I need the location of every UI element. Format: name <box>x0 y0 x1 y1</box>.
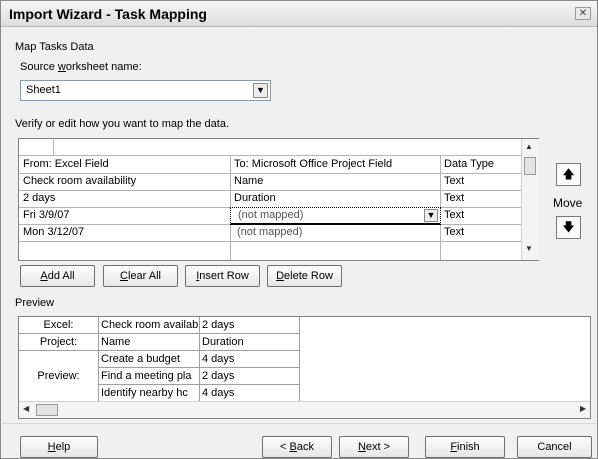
insert-row-button[interactable]: Insert Row <box>185 265 260 287</box>
instructions-text: Verify or edit how you want to map the d… <box>15 118 230 130</box>
scroll-down-icon[interactable]: ▼ <box>525 244 533 253</box>
mapping-grid[interactable]: From: Excel Field To: Microsoft Office P… <box>18 138 539 261</box>
mapping-to-cell[interactable]: Duration <box>234 192 276 204</box>
chevron-down-icon[interactable]: ▼ <box>253 83 268 98</box>
close-icon: ✕ <box>578 8 588 19</box>
mapping-header-to: To: Microsoft Office Project Field <box>234 158 393 170</box>
preview-project-cell: Name <box>99 334 200 351</box>
preview-row-label: Excel: <box>19 317 99 334</box>
back-button[interactable]: < Back <box>262 436 332 458</box>
mapping-to-cell[interactable]: (not mapped) <box>237 226 302 238</box>
footer-separator <box>2 423 596 424</box>
mapping-to-cell[interactable]: Name <box>234 175 263 187</box>
preview-excel-cell: Check room availab <box>99 317 200 334</box>
source-worksheet-select[interactable]: Sheet1 ▼ <box>20 80 271 101</box>
arrow-up-icon: 🡅 <box>562 167 575 181</box>
preview-panel: Excel: Check room availab 2 days Project… <box>18 316 591 419</box>
preview-data-cell: Find a meeting pla <box>99 368 200 385</box>
close-button[interactable]: ✕ <box>575 7 591 20</box>
scroll-thumb[interactable] <box>524 157 536 175</box>
mapping-type-cell: Text <box>444 209 465 221</box>
mapping-type-cell: Text <box>444 226 465 238</box>
move-down-button[interactable]: 🡇 <box>556 216 581 239</box>
preview-row-label: Project: <box>19 334 99 351</box>
move-label: Move <box>553 196 583 210</box>
preview-data-cell: Create a budget <box>99 351 200 368</box>
import-wizard-dialog: Import Wizard - Task Mapping ✕ Map Tasks… <box>0 0 598 459</box>
preview-data-cell: 4 days <box>200 385 300 402</box>
move-up-button[interactable]: 🡅 <box>556 163 581 186</box>
arrow-down-icon: 🡇 <box>562 220 575 234</box>
preview-data-cell: 2 days <box>200 368 300 385</box>
mapping-from-cell: Mon 3/12/07 <box>23 226 85 238</box>
mapping-from-cell: 2 days <box>23 192 56 204</box>
mapping-to-value: (not mapped) <box>238 209 304 221</box>
preview-scrollbar[interactable]: ◀ ▶ <box>19 401 590 418</box>
mapping-scrollbar[interactable]: ▲ ▼ <box>521 139 539 260</box>
scroll-left-icon[interactable]: ◀ <box>23 404 29 413</box>
clear-all-button[interactable]: Clear All <box>103 265 178 287</box>
preview-project-cell: Duration <box>200 334 300 351</box>
mapping-header-from: From: Excel Field <box>23 158 109 170</box>
preview-row-label: Preview: <box>19 351 99 402</box>
source-worksheet-label: Source worksheet name: <box>20 61 142 73</box>
mapping-to-dropdown[interactable]: (not mapped) ▼ <box>230 207 441 225</box>
next-button[interactable]: Next > <box>339 436 409 458</box>
scroll-thumb[interactable] <box>36 404 58 416</box>
delete-row-button[interactable]: Delete Row <box>267 265 342 287</box>
preview-label: Preview <box>15 297 55 309</box>
preview-data-cell: 4 days <box>200 351 300 368</box>
chevron-down-icon[interactable]: ▼ <box>424 209 438 222</box>
scroll-up-icon[interactable]: ▲ <box>525 142 533 151</box>
mapping-type-cell: Text <box>444 192 465 204</box>
preview-data-cell: Identify nearby hc <box>99 385 200 402</box>
title-bar: Import Wizard - Task Mapping ✕ <box>1 1 597 27</box>
window-title: Import Wizard - Task Mapping <box>9 6 207 22</box>
mapping-header-type: Data Type <box>444 158 494 170</box>
source-worksheet-value: Sheet1 <box>26 84 61 96</box>
section-title: Map Tasks Data <box>15 41 94 53</box>
finish-button[interactable]: Finish <box>425 436 505 458</box>
preview-excel-cell: 2 days <box>200 317 300 334</box>
scroll-right-icon[interactable]: ▶ <box>580 404 586 413</box>
cancel-button[interactable]: Cancel <box>517 436 592 458</box>
mapping-from-cell: Fri 3/9/07 <box>23 209 70 221</box>
add-all-button[interactable]: Add All <box>20 265 95 287</box>
help-button[interactable]: Help <box>20 436 98 458</box>
mapping-type-cell: Text <box>444 175 465 187</box>
mapping-from-cell: Check room availability <box>23 175 137 187</box>
